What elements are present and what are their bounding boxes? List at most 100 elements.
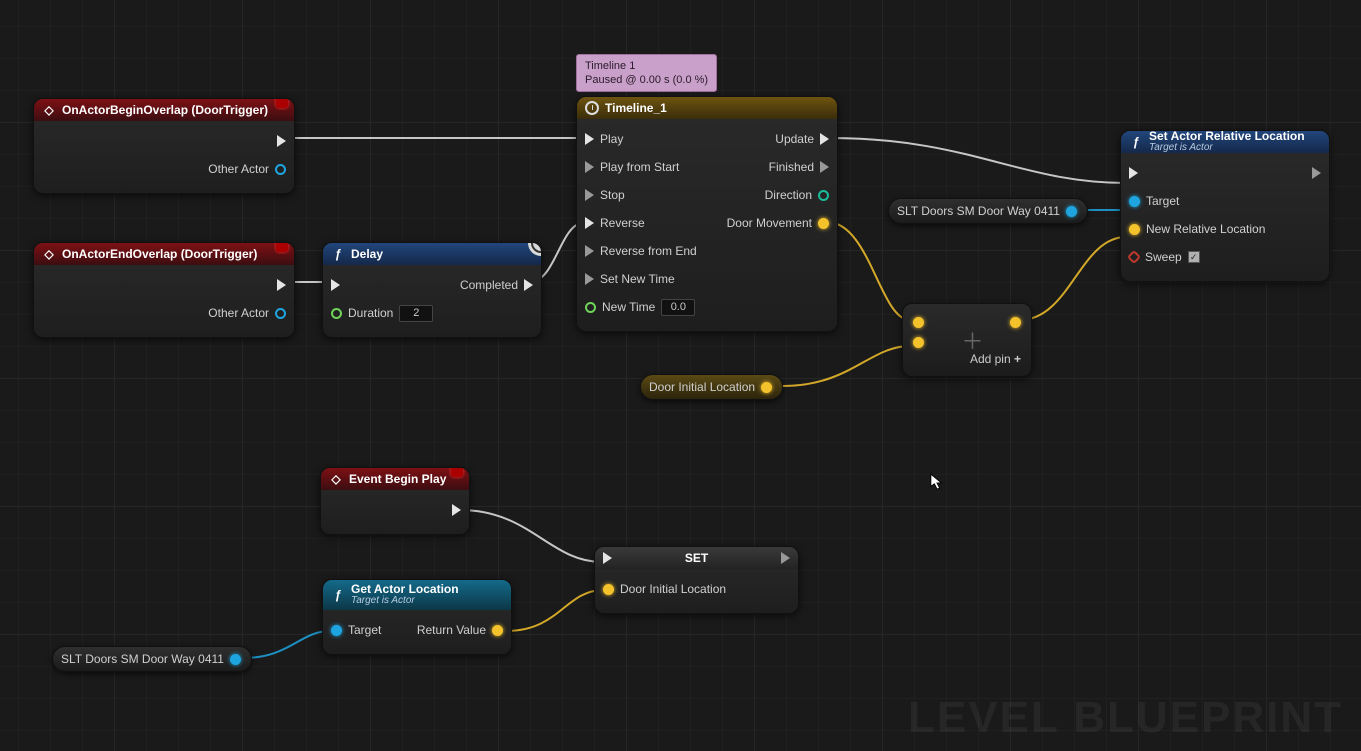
pin-finished[interactable] [820, 161, 829, 173]
clock-icon [585, 101, 599, 115]
function-icon [1129, 135, 1143, 149]
event-icon [329, 472, 343, 486]
event-icon [42, 103, 56, 117]
vec-in-b[interactable] [913, 337, 924, 348]
float-in-pin[interactable] [331, 308, 342, 319]
breakpoint-icon[interactable] [276, 98, 288, 108]
wire-vec [506, 590, 604, 631]
exec-out-pin[interactable] [277, 279, 286, 291]
wire-exec [830, 138, 1126, 183]
node-vector-add[interactable]: ＋ Add pin + [902, 303, 1032, 377]
exec-in-pin[interactable] [1129, 167, 1138, 179]
node-timeline[interactable]: Timeline_1 Play Update Play from Start F… [576, 96, 838, 332]
exec-out-pin[interactable] [781, 552, 790, 564]
node-begin-overlap[interactable]: OnActorBeginOverlap (DoorTrigger) Other … [33, 98, 295, 194]
exec-out-pin[interactable] [277, 135, 286, 147]
function-icon [331, 588, 345, 602]
ref-door-initial-location[interactable]: Door Initial Location [640, 374, 783, 400]
newrel-pin[interactable] [1129, 224, 1140, 235]
duration-input[interactable] [399, 305, 433, 322]
newtime-input[interactable] [661, 299, 695, 316]
pin-doormovement[interactable] [818, 218, 829, 229]
lbl-var: Door Initial Location [620, 582, 726, 596]
lbl-playfromstart: Play from Start [600, 160, 679, 174]
node-set-actor-relative-location[interactable]: Set Actor Relative Location Target is Ac… [1120, 130, 1330, 282]
object-out-pin[interactable] [1066, 206, 1077, 217]
target-pin[interactable] [331, 625, 342, 636]
wire-exec [460, 510, 602, 562]
node-title: Get Actor Location [351, 583, 459, 595]
node-set-variable[interactable]: SET Door Initial Location [594, 546, 799, 614]
pin-newtime[interactable] [585, 302, 596, 313]
vec-in-a[interactable] [913, 317, 924, 328]
function-icon [331, 247, 345, 261]
pin-direction[interactable] [818, 190, 829, 201]
ref-label: SLT Doors SM Door Way 0411 [61, 652, 224, 666]
ref-slt-door-bottom[interactable]: SLT Doors SM Door Way 0411 [52, 646, 252, 672]
sweep-checkbox[interactable]: ✓ [1188, 251, 1200, 263]
lbl-setnewtime: Set New Time [600, 272, 675, 286]
breakpoint-icon[interactable] [276, 242, 288, 252]
node-header: SET [595, 547, 798, 569]
var-in-pin[interactable] [603, 584, 614, 595]
pin-label: Duration [348, 306, 393, 320]
exec-out-pin[interactable] [1312, 167, 1321, 179]
exec-in-pin[interactable] [603, 552, 612, 564]
node-event-begin-play[interactable]: Event Begin Play [320, 467, 470, 535]
exec-out-pin[interactable] [524, 279, 533, 291]
object-out-pin[interactable] [275, 164, 286, 175]
wire-vec [827, 222, 910, 320]
lbl-doormovement: Door Movement [727, 216, 812, 230]
exec-in-pin[interactable] [331, 279, 340, 291]
lbl-newtime: New Time [602, 300, 655, 314]
lbl-target: Target [348, 623, 381, 637]
lbl-direction: Direction [765, 188, 812, 202]
wire-obj [243, 631, 330, 658]
object-out-pin[interactable] [230, 654, 241, 665]
lbl-reverse: Reverse [600, 216, 645, 230]
ref-slt-door-top[interactable]: SLT Doors SM Door Way 0411 [888, 198, 1088, 224]
wire-vec [783, 346, 910, 386]
return-pin[interactable] [492, 625, 503, 636]
vec-out-pin[interactable] [761, 382, 772, 393]
node-title: Timeline_1 [605, 101, 667, 115]
pin-update[interactable] [820, 133, 829, 145]
wire-vec [1020, 237, 1126, 320]
pin-label: Completed [460, 278, 518, 292]
sweep-pin[interactable] [1127, 250, 1141, 264]
vec-out[interactable] [1010, 317, 1021, 328]
node-title: OnActorEndOverlap (DoorTrigger) [62, 247, 257, 261]
pin-setnewtime[interactable] [585, 273, 594, 285]
lbl-finished: Finished [769, 160, 814, 174]
pin-play[interactable] [585, 133, 594, 145]
ref-label: Door Initial Location [649, 380, 755, 394]
event-icon [42, 247, 56, 261]
lbl-newrel: New Relative Location [1146, 222, 1265, 236]
pin-reversefromend[interactable] [585, 245, 594, 257]
pin-label: Other Actor [208, 306, 269, 320]
pin-playfromstart[interactable] [585, 161, 594, 173]
lbl-play: Play [600, 132, 623, 146]
tooltip-line1: Timeline 1 [585, 60, 635, 72]
node-title: Delay [351, 247, 383, 261]
object-out-pin[interactable] [275, 308, 286, 319]
pin-reverse[interactable] [585, 217, 594, 229]
node-title: OnActorBeginOverlap (DoorTrigger) [62, 103, 268, 117]
node-end-overlap[interactable]: OnActorEndOverlap (DoorTrigger) Other Ac… [33, 242, 295, 338]
lbl-reversefromend: Reverse from End [600, 244, 697, 258]
node-get-actor-location[interactable]: Get Actor Location Target is Actor Targe… [322, 579, 512, 655]
tooltip-line2: Paused @ 0.00 s (0.0 %) [585, 74, 708, 86]
node-title: Set Actor Relative Location [1149, 130, 1305, 142]
pin-label: Other Actor [208, 162, 269, 176]
node-header: Get Actor Location Target is Actor [323, 580, 511, 610]
node-delay[interactable]: Delay Completed Duration [322, 242, 542, 338]
target-pin[interactable] [1129, 196, 1140, 207]
breakpoint-icon[interactable] [451, 467, 463, 477]
lbl-target: Target [1146, 194, 1179, 208]
lbl-stop: Stop [600, 188, 625, 202]
node-subtitle: Target is Actor [351, 595, 459, 607]
mouse-cursor [930, 472, 944, 492]
exec-out-pin[interactable] [452, 504, 461, 516]
pin-stop[interactable] [585, 189, 594, 201]
add-pin-button[interactable]: Add pin + [913, 352, 1021, 366]
